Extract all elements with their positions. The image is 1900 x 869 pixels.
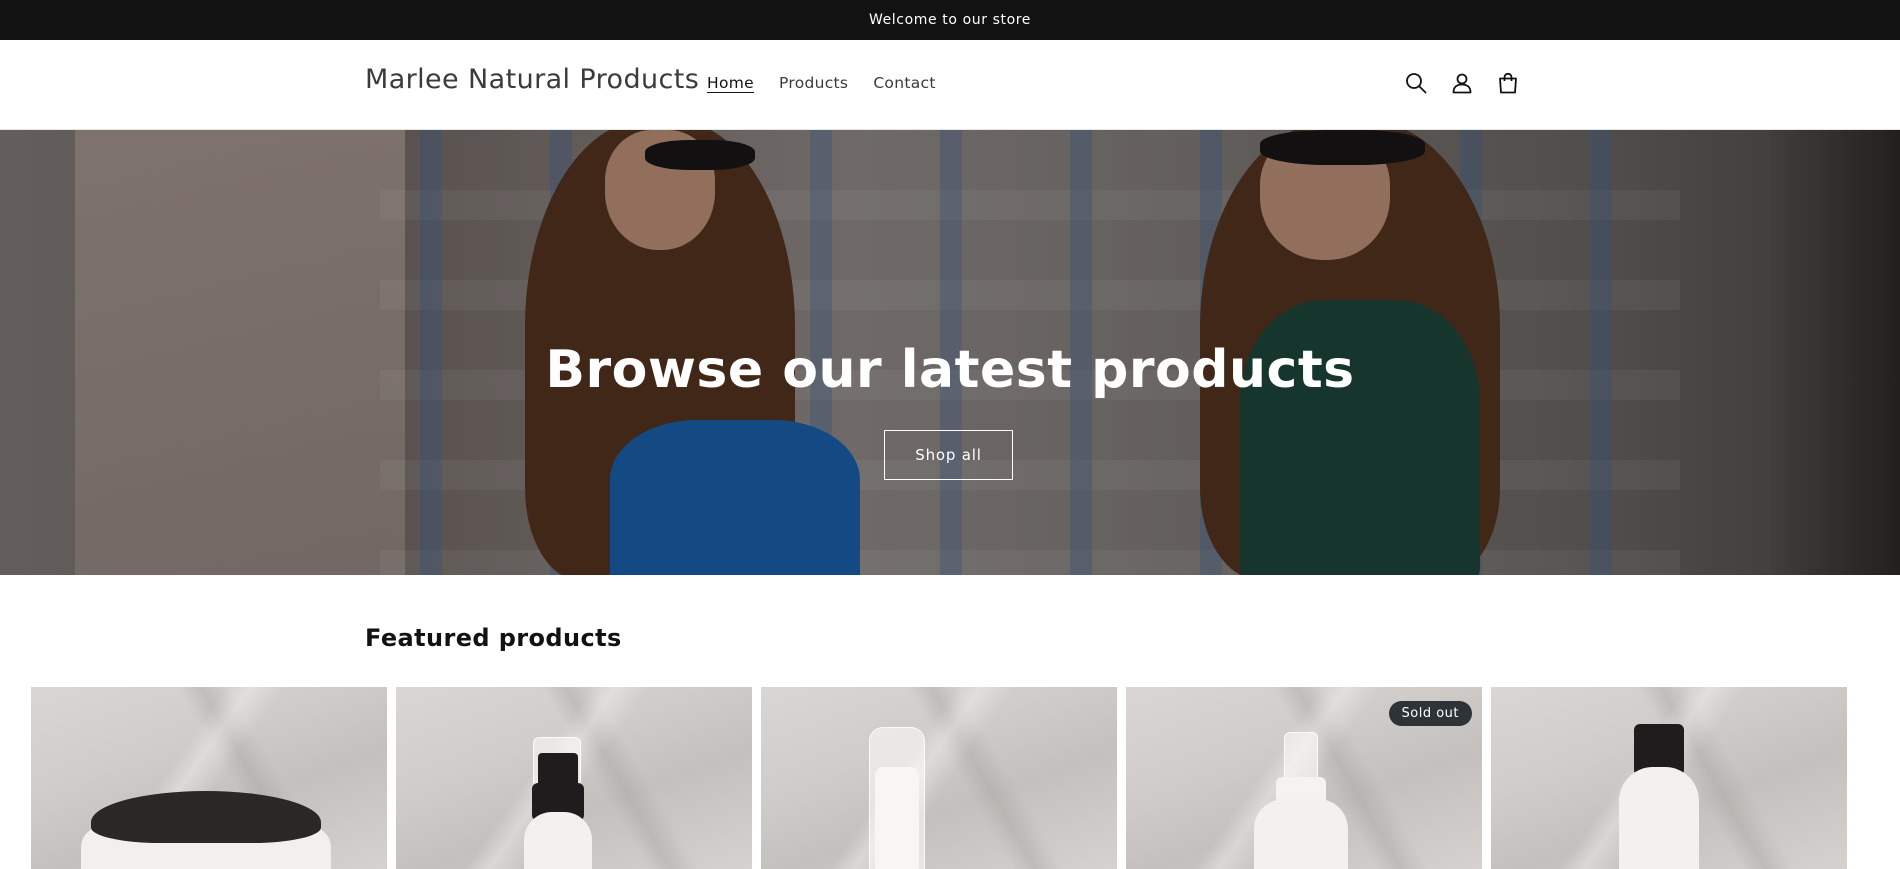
product-airless-bottle-image	[761, 687, 1117, 869]
featured-products-heading: Featured products	[365, 624, 622, 652]
announcement-text: Welcome to our store	[868, 12, 1032, 28]
hero-title: Browse our latest products	[545, 340, 1355, 400]
product-cap-bottle-image	[1491, 687, 1847, 869]
product-jar-image	[31, 687, 387, 869]
product-card[interactable]	[31, 687, 387, 869]
header-icons	[1403, 70, 1521, 96]
product-card[interactable]	[1491, 687, 1847, 869]
product-card[interactable]: Sold out	[1126, 687, 1482, 869]
search-icon[interactable]	[1403, 70, 1429, 96]
sold-out-badge: Sold out	[1388, 701, 1472, 726]
announcement-bar: Welcome to our store	[0, 0, 1900, 40]
product-pump-bottle-image	[396, 687, 752, 869]
hero-banner: Browse our latest products Shop all	[0, 130, 1900, 575]
store-logo-link[interactable]: Marlee Natural Products	[365, 64, 699, 95]
cart-icon[interactable]	[1495, 70, 1521, 96]
nav-link-contact[interactable]: Contact	[873, 74, 935, 92]
product-card[interactable]	[396, 687, 752, 869]
site-header: Marlee Natural Products Home Products Co…	[0, 40, 1900, 130]
nav-link-home[interactable]: Home	[707, 74, 754, 92]
shop-all-button[interactable]: Shop all	[884, 430, 1013, 480]
account-icon[interactable]	[1449, 70, 1475, 96]
product-card[interactable]	[761, 687, 1117, 869]
product-grid: Sold out	[31, 687, 1847, 869]
main-nav: Home Products Contact	[707, 74, 936, 92]
nav-link-products[interactable]: Products	[779, 74, 848, 92]
